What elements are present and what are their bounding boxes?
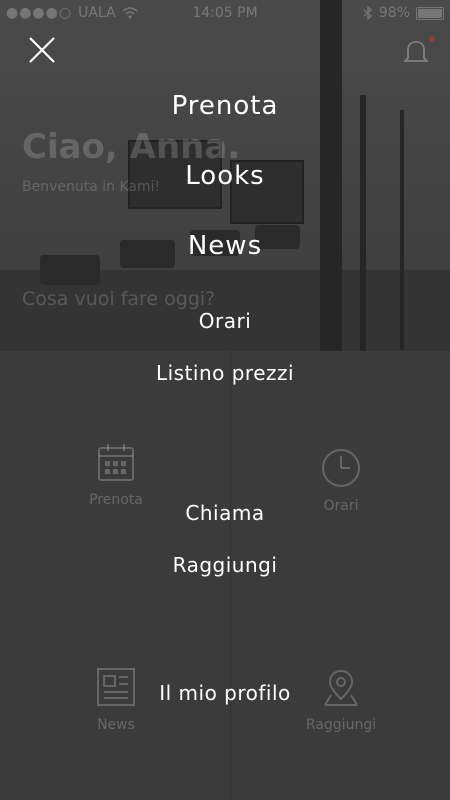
menu-overlay: Prenota Looks News Orari Listino prezzi … bbox=[0, 0, 450, 800]
close-menu-button[interactable] bbox=[22, 30, 62, 70]
menu-item-prenota[interactable]: Prenota bbox=[0, 91, 450, 121]
menu-item-listino-prezzi[interactable]: Listino prezzi bbox=[0, 361, 450, 385]
menu-item-chiama[interactable]: Chiama bbox=[0, 501, 450, 525]
menu-item-looks[interactable]: Looks bbox=[0, 161, 450, 191]
close-icon bbox=[29, 37, 55, 63]
menu-item-raggiungi[interactable]: Raggiungi bbox=[0, 553, 450, 577]
menu-item-profilo[interactable]: Il mio profilo bbox=[0, 681, 450, 705]
menu-item-news[interactable]: News bbox=[0, 231, 450, 261]
menu-item-orari[interactable]: Orari bbox=[0, 309, 450, 333]
